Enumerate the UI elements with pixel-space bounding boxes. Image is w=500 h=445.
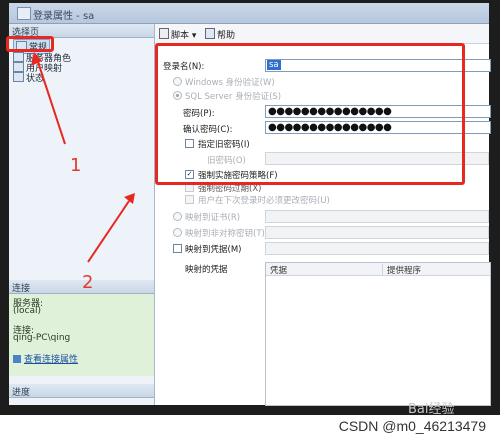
arrow-line-1	[37, 61, 66, 145]
annotation-marker-1: 1	[70, 155, 82, 176]
arrow-head-2	[124, 193, 135, 204]
baidu-watermark: Bai经验	[408, 402, 455, 417]
arrow-head-1	[31, 52, 42, 66]
arrow-line-2	[87, 200, 130, 263]
annotation-marker-2: 2	[82, 272, 94, 293]
csdn-watermark: CSDN @m0_46213479	[338, 418, 486, 434]
annotation-arrows	[31, 52, 135, 263]
